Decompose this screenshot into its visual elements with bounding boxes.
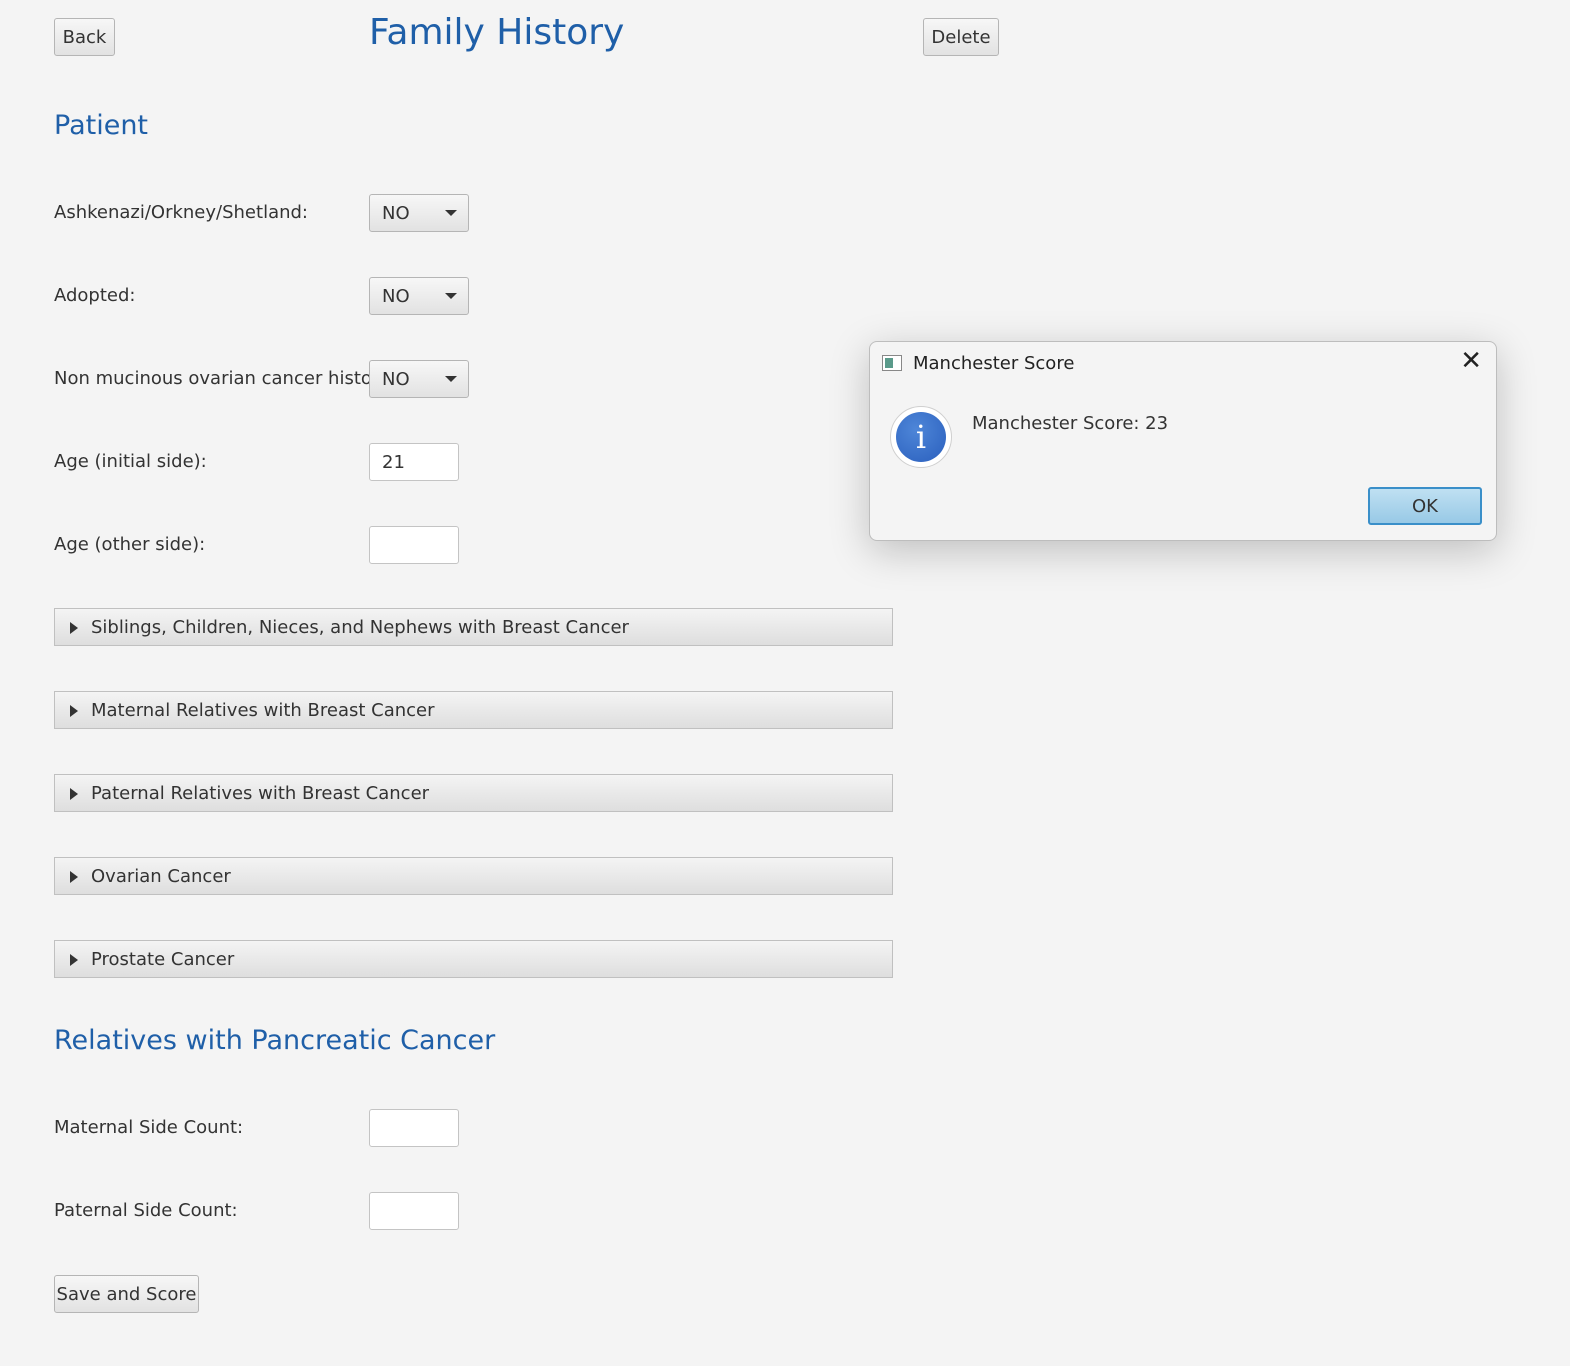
info-icon: i: [890, 406, 952, 468]
info-glyph: i: [896, 412, 946, 462]
ovarian-history-select-value: NO: [382, 369, 410, 390]
manchester-score-dialog: Manchester Score ✕ i Manchester Score: 2…: [869, 341, 1497, 541]
adopted-label: Adopted:: [54, 285, 136, 306]
expand-arrow-icon: [70, 622, 78, 634]
age-initial-label: Age (initial side):: [54, 451, 207, 472]
ashkenazi-select[interactable]: NO: [369, 194, 469, 232]
accordion-ovarian-cancer[interactable]: Ovarian Cancer: [54, 857, 893, 895]
pancreatic-section-title: Relatives with Pancreatic Cancer: [54, 1025, 496, 1056]
age-other-label: Age (other side):: [54, 534, 206, 555]
accordion-siblings-children[interactable]: Siblings, Children, Nieces, and Nephews …: [54, 608, 893, 646]
accordion-label: Prostate Cancer: [91, 949, 235, 970]
chevron-down-icon: [445, 210, 457, 216]
back-button[interactable]: Back: [54, 18, 115, 56]
accordion-label: Maternal Relatives with Breast Cancer: [91, 700, 435, 721]
paternal-count-label: Paternal Side Count:: [54, 1200, 238, 1221]
accordion-prostate-cancer[interactable]: Prostate Cancer: [54, 940, 893, 978]
accordion-label: Paternal Relatives with Breast Cancer: [91, 783, 430, 804]
expand-arrow-icon: [70, 954, 78, 966]
age-other-input[interactable]: [369, 526, 459, 564]
dialog-message: Manchester Score: 23: [972, 413, 1169, 434]
app-window-icon: [882, 355, 902, 371]
ovarian-history-label: Non mucinous ovarian cancer history:: [54, 368, 395, 389]
accordion-paternal-relatives[interactable]: Paternal Relatives with Breast Cancer: [54, 774, 893, 812]
accordion-maternal-relatives[interactable]: Maternal Relatives with Breast Cancer: [54, 691, 893, 729]
maternal-count-input[interactable]: [369, 1109, 459, 1147]
accordion-label: Siblings, Children, Nieces, and Nephews …: [91, 617, 629, 638]
accordion-label: Ovarian Cancer: [91, 866, 231, 887]
save-and-score-button[interactable]: Save and Score: [54, 1275, 199, 1313]
close-icon[interactable]: ✕: [1460, 348, 1482, 374]
ashkenazi-label: Ashkenazi/Orkney/Shetland:: [54, 202, 308, 223]
adopted-select-value: NO: [382, 286, 410, 307]
expand-arrow-icon: [70, 871, 78, 883]
patient-section-title: Patient: [54, 110, 149, 141]
delete-button[interactable]: Delete: [923, 18, 999, 56]
ovarian-history-select[interactable]: NO: [369, 360, 469, 398]
ashkenazi-select-value: NO: [382, 203, 410, 224]
ok-button[interactable]: OK: [1368, 487, 1482, 525]
paternal-count-input[interactable]: [369, 1192, 459, 1230]
age-initial-input[interactable]: 21: [369, 443, 459, 481]
chevron-down-icon: [445, 376, 457, 382]
maternal-count-label: Maternal Side Count:: [54, 1117, 244, 1138]
chevron-down-icon: [445, 293, 457, 299]
page-title: Family History: [369, 12, 625, 53]
expand-arrow-icon: [70, 788, 78, 800]
adopted-select[interactable]: NO: [369, 277, 469, 315]
expand-arrow-icon: [70, 705, 78, 717]
dialog-title: Manchester Score: [913, 353, 1075, 374]
